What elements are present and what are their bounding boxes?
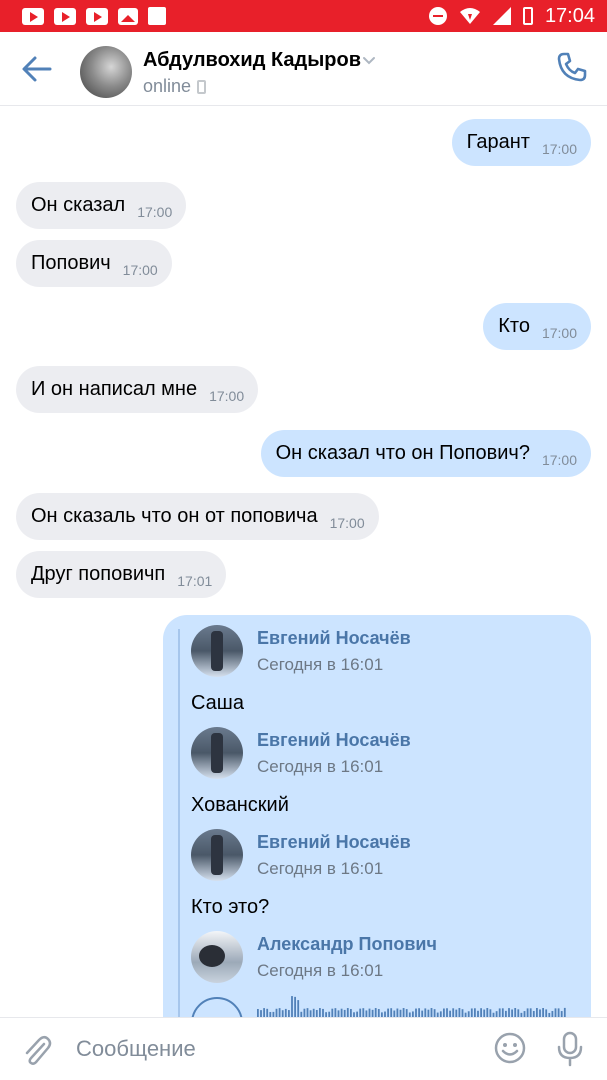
mobile-device-icon	[197, 79, 207, 94]
youtube-notification-icon	[86, 7, 108, 25]
message-text: Он сказал что он Попович?	[275, 442, 530, 464]
message-list[interactable]: Гарант 17:00 Он сказал 17:00 Попович 17:…	[0, 107, 607, 1017]
gallery-notification-icon	[118, 7, 138, 25]
voice-message[interactable]	[191, 995, 571, 1017]
message-time: 17:00	[329, 514, 365, 531]
sender-name[interactable]: Евгений Носачёв	[257, 832, 411, 853]
signal-icon	[492, 7, 511, 25]
emoji-icon[interactable]	[494, 1032, 526, 1064]
battery-icon	[522, 7, 533, 25]
sender-avatar[interactable]	[191, 829, 243, 881]
status-bar: 17:04	[0, 0, 607, 32]
message-bubble-outgoing[interactable]: Гарант 17:00	[451, 119, 591, 166]
message-time: 17:00	[122, 261, 158, 278]
message-composer: Сообщение	[0, 1017, 607, 1080]
message-bubble-outgoing[interactable]: Он сказал что он Попович? 17:00	[260, 430, 591, 477]
sender-date: Сегодня в 16:01	[257, 757, 384, 776]
message-text: Друг поповичп	[31, 563, 166, 585]
presence-text: online	[143, 76, 192, 96]
forwarded-messages-bubble[interactable]: Евгений Носачёв Сегодня в 16:01 Саша Евг…	[163, 615, 591, 1017]
contact-name[interactable]: Абдулвохид Кадыров	[143, 49, 361, 72]
contact-avatar[interactable]	[80, 46, 132, 98]
message-text: Он сказал	[31, 194, 126, 216]
sender-name[interactable]: Александр Попович	[257, 934, 437, 955]
chat-header: Абдулвохид Кадыров online	[0, 32, 607, 106]
message-bubble-incoming[interactable]: Он сказал 17:00	[16, 182, 187, 229]
sender-date: Сегодня в 16:01	[257, 655, 384, 674]
clock: 17:04	[544, 4, 595, 27]
forwarded-message-text: Саша	[191, 692, 244, 714]
sender-date: Сегодня в 16:01	[257, 859, 384, 878]
sender-avatar[interactable]	[191, 727, 243, 779]
message-time: 17:00	[541, 451, 577, 468]
message-input[interactable]: Сообщение	[76, 1036, 196, 1062]
wifi-icon	[459, 8, 480, 24]
phone-call-icon[interactable]	[555, 50, 589, 84]
message-bubble-incoming[interactable]: И он написал мне 17:00	[16, 366, 259, 413]
app-notification-icon	[148, 7, 166, 25]
message-text: Попович	[31, 252, 111, 274]
message-bubble-incoming[interactable]: Друг поповичп 17:01	[16, 551, 227, 598]
presence-status: online	[143, 76, 207, 97]
message-bubble-outgoing[interactable]: Кто 17:00	[483, 303, 591, 350]
message-time: 17:00	[541, 324, 577, 341]
message-time: 17:00	[209, 387, 245, 404]
forward-quote-line	[178, 629, 180, 1017]
notification-icons	[22, 7, 166, 25]
message-bubble-incoming[interactable]: Он сказаль что он от поповича 17:00	[16, 493, 379, 540]
message-text: Кто	[498, 315, 530, 337]
sender-date: Сегодня в 16:01	[257, 961, 384, 980]
sender-avatar[interactable]	[191, 625, 243, 677]
message-time: 17:00	[137, 203, 173, 220]
youtube-notification-icon	[54, 7, 76, 25]
play-button[interactable]	[191, 997, 243, 1017]
chevron-down-icon[interactable]	[362, 56, 376, 66]
sender-avatar[interactable]	[191, 931, 243, 983]
do-not-disturb-icon	[428, 7, 447, 25]
message-time: 17:00	[541, 140, 577, 157]
forwarded-message-text: Кто это?	[191, 896, 270, 918]
system-icons: 17:04	[428, 4, 595, 28]
attach-icon[interactable]	[22, 1034, 52, 1066]
sender-name[interactable]: Евгений Носачёв	[257, 628, 411, 649]
youtube-notification-icon	[22, 7, 44, 25]
audio-waveform[interactable]	[257, 995, 567, 1017]
message-bubble-incoming[interactable]: Попович 17:00	[16, 240, 172, 287]
forwarded-message-text: Хованский	[191, 794, 289, 816]
microphone-icon[interactable]	[556, 1031, 584, 1067]
message-text: Он сказаль что он от поповича	[31, 505, 318, 527]
back-arrow-icon[interactable]	[20, 54, 54, 84]
message-text: Гарант	[466, 131, 530, 153]
message-text: И он написал мне	[31, 378, 198, 400]
sender-name[interactable]: Евгений Носачёв	[257, 730, 411, 751]
message-time: 17:01	[177, 572, 213, 589]
